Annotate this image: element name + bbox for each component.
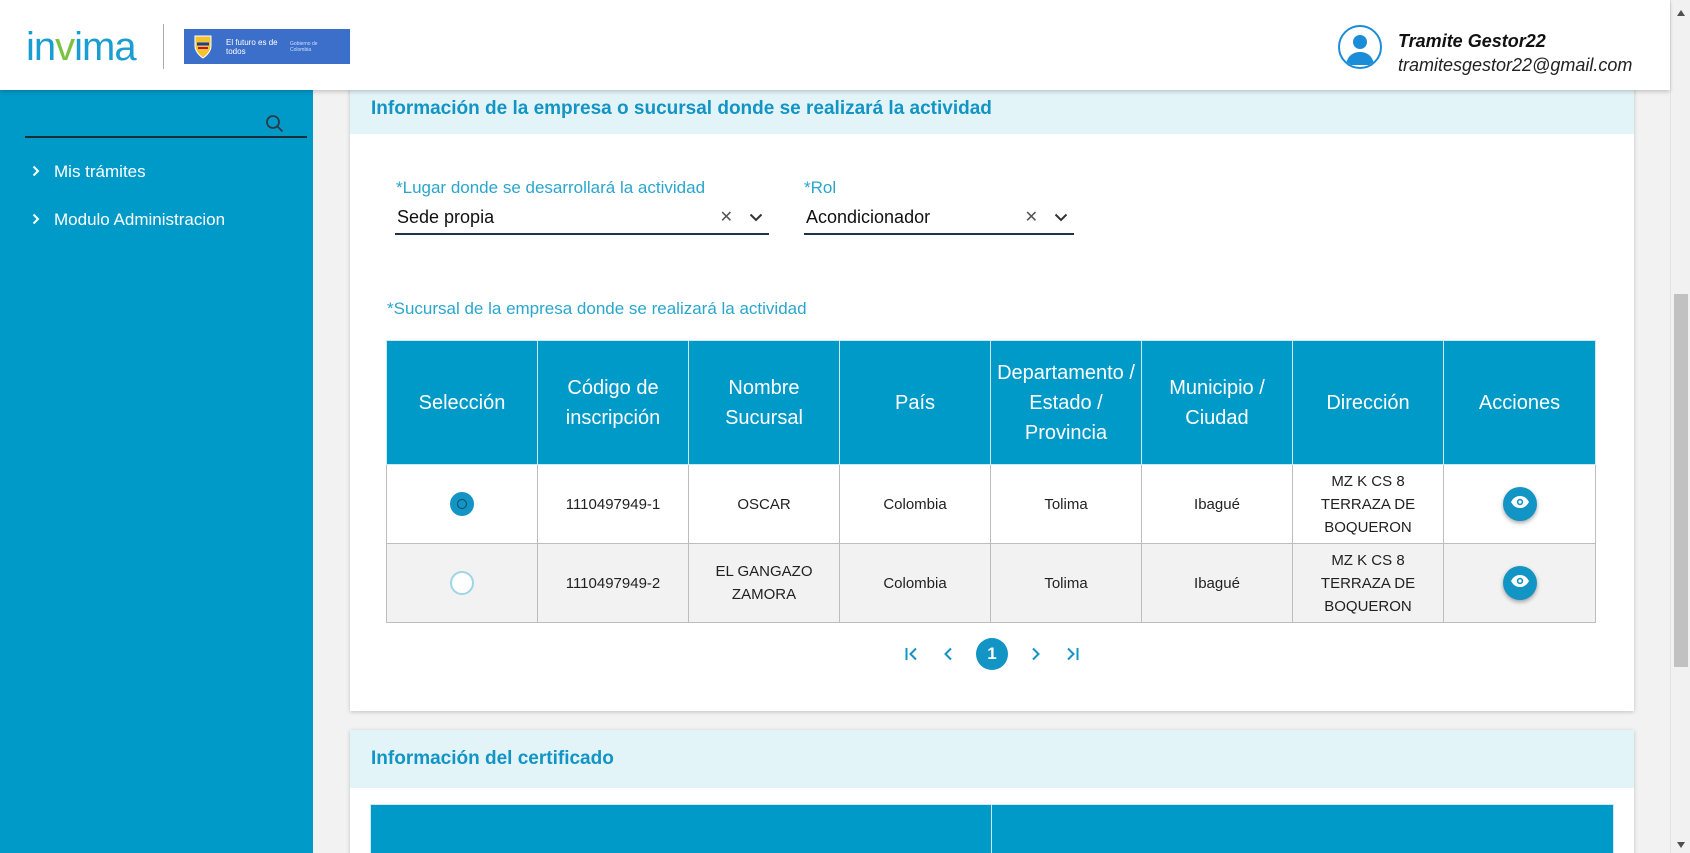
table-header-row: Certificado Acciones (370, 804, 1614, 853)
chevron-down-icon[interactable] (1054, 213, 1068, 222)
departamento-cell: Tolima (990, 464, 1142, 544)
municipio-cell: Ibagué (1141, 464, 1293, 544)
sidebar-item-modulo-administracion[interactable]: Modulo Administracion (32, 210, 225, 230)
last-page-icon[interactable] (1054, 639, 1090, 669)
lugar-select[interactable]: Sede propia ✕ (395, 201, 769, 235)
lugar-label: *Lugar donde se desarrollará la activida… (396, 178, 706, 197)
logo-text-a: in (26, 24, 56, 69)
acciones-cell (1443, 464, 1596, 544)
sidebar-item-label: Modulo Administracion (54, 210, 226, 229)
eye-icon (1510, 572, 1530, 595)
row-radio-selected[interactable] (450, 492, 474, 517)
scroll-up-icon[interactable] (1676, 4, 1686, 22)
colombia-shield-icon (188, 32, 218, 62)
logo-text-b: ima (74, 24, 136, 69)
departamento-cell: Tolima (990, 543, 1142, 623)
scroll-thumb[interactable] (1674, 294, 1688, 667)
chevron-down-icon[interactable] (749, 213, 763, 222)
column-header: País (839, 340, 991, 465)
column-header: Departamento / Estado / Provincia (990, 340, 1142, 465)
scroll-down-icon[interactable] (1676, 836, 1686, 853)
gov-name: Gobierno de Colombia (290, 40, 318, 53)
certificado-table: Certificado Acciones (370, 804, 1614, 853)
sidebar-item-label: Mis trámites (54, 162, 146, 181)
gov-slogan: El futuro es de todos (226, 37, 278, 56)
codigo-cell: 1110497949-1 (537, 464, 689, 544)
column-header: Dirección (1292, 340, 1444, 465)
sidebar-item-mis-tramites[interactable]: Mis trámites (32, 162, 146, 182)
column-header: Selección (386, 340, 538, 465)
logo-text-v: v (55, 24, 75, 69)
column-header: Acciones (991, 804, 1614, 853)
pais-cell: Colombia (839, 543, 991, 623)
column-header: Nombre Sucursal (688, 340, 840, 465)
lugar-select-value: Sede propia (397, 206, 495, 227)
next-page-icon[interactable] (1018, 639, 1054, 669)
search-icon[interactable] (265, 114, 285, 139)
user-icon[interactable] (1338, 25, 1382, 69)
top-header: invima El futuro es de todos Gobierno de… (0, 0, 1670, 90)
direccion-cell: MZ K CS 8 TERRAZA DE BOQUERON (1292, 543, 1444, 623)
column-header: Certificado (370, 804, 992, 853)
chevron-right-icon (32, 162, 40, 182)
pais-cell: Colombia (839, 464, 991, 544)
nombre-cell: OSCAR (688, 464, 840, 544)
table-row[interactable]: 1110497949-2 EL GANGAZO ZAMORA Colombia … (386, 543, 1596, 623)
pagination: 1 (350, 638, 1634, 670)
page-number-current[interactable]: 1 (976, 638, 1008, 670)
column-header: Código de inscripción (537, 340, 689, 465)
prev-page-icon[interactable] (930, 639, 966, 669)
direccion-cell: MZ K CS 8 TERRAZA DE BOQUERON (1292, 464, 1444, 544)
rol-select-value: Acondicionador (806, 206, 931, 227)
table-row[interactable]: 1110497949-1 OSCAR Colombia Tolima Ibagu… (386, 464, 1596, 544)
selection-cell (386, 464, 538, 544)
view-button[interactable] (1502, 566, 1537, 600)
rol-label: *Rol (804, 178, 837, 197)
rol-select[interactable]: Acondicionador ✕ (804, 201, 1074, 235)
invima-logo[interactable]: invima (26, 22, 137, 72)
row-radio[interactable] (450, 571, 474, 596)
sidebar: Mis trámites Modulo Administracion (0, 90, 313, 853)
page-scrollbar[interactable] (1670, 0, 1690, 853)
selection-cell (386, 543, 538, 623)
column-header: Municipio / Ciudad (1141, 340, 1293, 465)
column-header: Acciones (1443, 340, 1596, 465)
clear-icon[interactable]: ✕ (720, 207, 733, 227)
eye-icon (1510, 493, 1530, 516)
sidebar-search-input[interactable] (25, 110, 307, 138)
first-page-icon[interactable] (894, 639, 930, 669)
user-name: Tramite Gestor22 (1398, 31, 1546, 51)
codigo-cell: 1110497949-2 (537, 543, 689, 623)
chevron-right-icon (32, 210, 40, 230)
certificado-panel-title: Información del certificado (350, 730, 1634, 788)
view-button[interactable] (1502, 487, 1537, 521)
municipio-cell: Ibagué (1141, 543, 1293, 623)
sucursal-table: Selección Código de inscripción Nombre S… (386, 340, 1596, 623)
gov-badge: El futuro es de todos Gobierno de Colomb… (184, 29, 350, 64)
empresa-panel: Información de la empresa o sucursal don… (350, 70, 1634, 711)
acciones-cell (1443, 543, 1596, 623)
nombre-cell: EL GANGAZO ZAMORA (688, 543, 840, 623)
clear-icon[interactable]: ✕ (1025, 207, 1038, 227)
table-header-row: Selección Código de inscripción Nombre S… (386, 340, 1596, 465)
logo-divider (163, 24, 164, 69)
sucursal-label: *Sucursal de la empresa donde se realiza… (387, 299, 807, 318)
certificado-panel: Información del certificado Certificado … (350, 730, 1634, 853)
user-email: tramitesgestor22@gmail.com (1398, 55, 1633, 75)
